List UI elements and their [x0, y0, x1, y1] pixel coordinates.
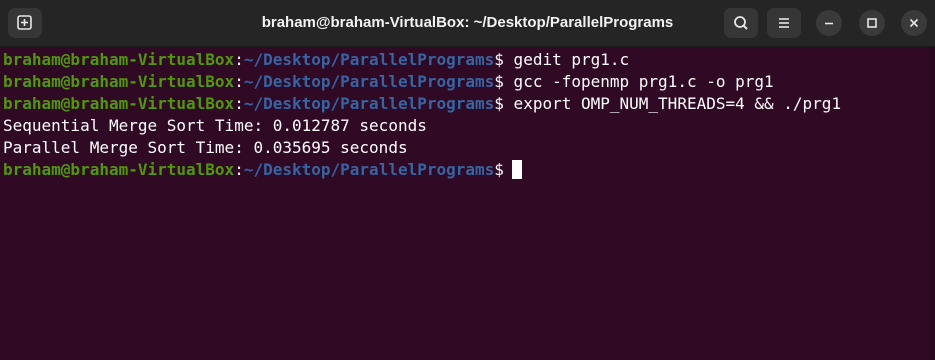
search-button[interactable] [724, 8, 758, 38]
active-prompt-line[interactable]: braham@braham-VirtualBox:~/Desktop/Paral… [3, 160, 522, 180]
title-bar[interactable]: braham@braham-VirtualBox: ~/Desktop/Para… [0, 0, 935, 47]
prompt-user-host: braham@braham-VirtualBox [3, 160, 235, 179]
close-button[interactable] [901, 10, 927, 36]
menu-button[interactable] [767, 8, 801, 38]
prompt-colon: : [234, 160, 244, 179]
search-icon [734, 16, 748, 30]
command-line: braham@braham-VirtualBox:~/Desktop/Paral… [3, 72, 774, 92]
prompt-symbol: $ [494, 160, 504, 179]
prompt-colon: : [234, 94, 244, 113]
output-line: Sequential Merge Sort Time: 0.012787 sec… [3, 116, 427, 135]
prompt-path: ~/Desktop/ParallelPrograms [243, 72, 495, 91]
prompt-symbol: $ [494, 72, 504, 91]
prompt-path: ~/Desktop/ParallelPrograms [243, 94, 495, 113]
close-icon [909, 18, 919, 28]
minimize-button[interactable] [816, 10, 842, 36]
terminal-window: braham@braham-VirtualBox: ~/Desktop/Para… [0, 0, 935, 360]
command-text: gcc -fopenmp prg1.c -o prg1 [503, 72, 774, 91]
command-line: braham@braham-VirtualBox:~/Desktop/Paral… [3, 50, 629, 70]
prompt-symbol: $ [494, 94, 504, 113]
command-text: gedit prg1.c [503, 50, 630, 69]
minimize-icon [825, 22, 833, 25]
text-cursor [511, 160, 522, 179]
prompt-path: ~/Desktop/ParallelPrograms [243, 50, 495, 69]
hamburger-menu-icon [779, 18, 789, 28]
prompt-symbol: $ [494, 50, 504, 69]
prompt-colon: : [234, 72, 244, 91]
terminal-output[interactable]: braham@braham-VirtualBox:~/Desktop/Paral… [0, 47, 935, 360]
output-line: Parallel Merge Sort Time: 0.035695 secon… [3, 138, 408, 157]
command-text: export OMP_NUM_THREADS=4 && ./prg1 [503, 94, 842, 113]
prompt-path: ~/Desktop/ParallelPrograms [243, 160, 495, 179]
command-line: braham@braham-VirtualBox:~/Desktop/Paral… [3, 94, 841, 114]
prompt-user-host: braham@braham-VirtualBox [3, 50, 235, 69]
prompt-user-host: braham@braham-VirtualBox [3, 72, 235, 91]
prompt-colon: : [234, 50, 244, 69]
prompt-user-host: braham@braham-VirtualBox [3, 94, 235, 113]
terminal-scrollbar[interactable] [929, 47, 935, 360]
maximize-icon [867, 18, 877, 28]
maximize-button[interactable] [859, 10, 885, 36]
